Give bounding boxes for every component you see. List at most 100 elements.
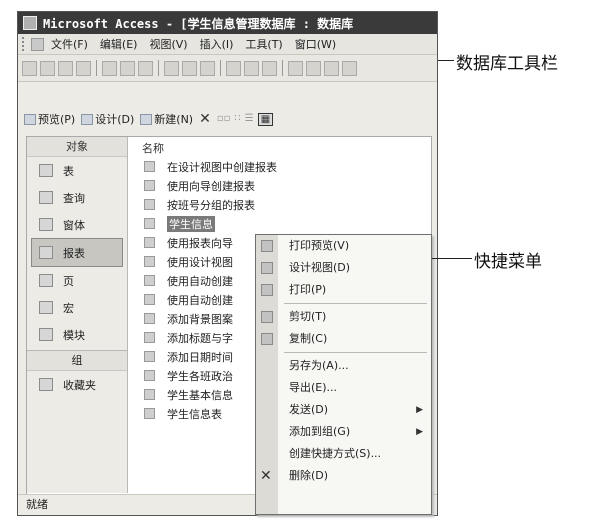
delete-x-icon: ✕ — [260, 468, 272, 484]
ctx-print-preview[interactable]: 打印预览(V) — [256, 235, 431, 257]
print-preview-icon[interactable] — [120, 60, 135, 76]
toolbar-separator — [220, 60, 221, 76]
list-item-selected[interactable]: 学生信息 — [140, 214, 427, 233]
code-icon[interactable] — [288, 60, 303, 76]
office-links-icon[interactable] — [244, 60, 259, 76]
title-bar[interactable]: Microsoft Access - [学生信息管理数据库 : 数据库 — [18, 12, 437, 34]
query-icon — [39, 191, 53, 204]
ctx-add-to-group[interactable]: 添加到组(G) ▶ — [256, 421, 431, 443]
spelling-icon[interactable] — [138, 60, 153, 76]
name-column-header[interactable]: 名称 — [140, 141, 427, 157]
wizard-shortcut-icon — [144, 180, 155, 191]
print-preview-icon — [261, 240, 273, 252]
favorites-folder-icon — [39, 378, 53, 391]
ctx-create-shortcut[interactable]: 创建快捷方式(S)... — [256, 443, 431, 465]
menu-item-insert[interactable]: 插入(I) — [195, 36, 241, 52]
design-view-icon — [261, 262, 273, 274]
menu-bar: 文件(F) 编辑(E) 视图(V) 插入(I) 工具(T) 窗口(W) — [18, 34, 437, 55]
table-icon — [39, 164, 53, 177]
context-menu-separator — [284, 303, 427, 304]
report-icon — [144, 389, 155, 400]
preview-icon — [24, 113, 36, 125]
context-menu-separator — [284, 352, 427, 353]
report-icon — [144, 256, 155, 267]
file-search-icon[interactable] — [76, 60, 91, 76]
save-icon[interactable] — [58, 60, 73, 76]
menu-item-file[interactable]: 文件(F) — [31, 36, 95, 52]
file-menu-icon — [31, 37, 44, 51]
group-favorites[interactable]: 收藏夹 — [27, 371, 127, 398]
details-view-icon[interactable]: ▦ — [257, 112, 274, 126]
properties-icon[interactable] — [306, 60, 321, 76]
cut-icon — [261, 311, 273, 323]
print-icon[interactable] — [102, 60, 117, 76]
toolbar-separator — [96, 60, 97, 76]
copy-icon — [261, 333, 273, 345]
undo-icon[interactable] — [226, 60, 241, 76]
new-file-icon[interactable] — [22, 60, 37, 76]
new-object-icon — [140, 113, 153, 125]
object-pages[interactable]: 页 — [27, 267, 127, 294]
ctx-delete[interactable]: ✕ 删除(D) — [256, 465, 431, 487]
object-queries[interactable]: 查询 — [27, 184, 127, 211]
report-icon — [144, 313, 155, 324]
objects-header[interactable]: 对象 — [27, 137, 127, 157]
database-window-toolbar: 预览(P) 设计(D) 新建(N) ✕ ▫▫ ∷ ☰ ▦ — [18, 107, 437, 131]
ctx-export[interactable]: 导出(E)... — [256, 377, 431, 399]
menubar-grip[interactable] — [22, 37, 27, 51]
new-object-icon[interactable] — [342, 60, 357, 76]
macro-icon — [39, 301, 53, 314]
access-app-icon — [23, 16, 37, 30]
window-title: Microsoft Access - [学生信息管理数据库 : 数据库 — [43, 16, 354, 31]
objects-bar: 对象 表 查询 窗体 报表 页 宏 模块 组 收藏夹 — [27, 137, 128, 493]
preview-button[interactable]: 预览(P) — [24, 111, 75, 127]
groups-header[interactable]: 组 — [27, 350, 127, 371]
delete-button[interactable]: ✕ — [199, 111, 211, 127]
report-icon — [144, 218, 155, 229]
report-icon — [144, 275, 155, 286]
design-button[interactable]: 设计(D) — [81, 111, 134, 127]
ctx-send-to[interactable]: 发送(D) ▶ — [256, 399, 431, 421]
list-item[interactable]: 使用向导创建报表 — [140, 176, 427, 195]
report-icon — [144, 294, 155, 305]
object-macros[interactable]: 宏 — [27, 294, 127, 321]
report-icon — [144, 351, 155, 362]
list-item[interactable]: 在设计视图中创建报表 — [140, 157, 427, 176]
object-forms[interactable]: 窗体 — [27, 211, 127, 238]
object-tables[interactable]: 表 — [27, 157, 127, 184]
view-mode-buttons: ▫▫ ∷ ☰ ▦ — [217, 112, 274, 126]
page-icon — [39, 274, 53, 287]
relationships-icon[interactable] — [324, 60, 339, 76]
list-item[interactable]: 按班号分组的报表 — [140, 195, 427, 214]
report-icon — [144, 199, 155, 210]
open-file-icon[interactable] — [40, 60, 55, 76]
small-icons-view-icon[interactable]: ∷ — [234, 113, 240, 126]
ctx-save-as[interactable]: 另存为(A)... — [256, 355, 431, 377]
report-icon — [144, 332, 155, 343]
menu-item-window[interactable]: 窗口(W) — [290, 36, 343, 52]
ctx-cut[interactable]: 剪切(T) — [256, 306, 431, 328]
large-icons-view-icon[interactable]: ▫▫ — [217, 113, 231, 126]
object-modules[interactable]: 模块 — [27, 321, 127, 348]
wizard-shortcut-icon — [144, 161, 155, 172]
ctx-print[interactable]: 打印(P) — [256, 279, 431, 301]
menu-item-edit[interactable]: 编辑(E) — [95, 36, 145, 52]
copy-icon[interactable] — [182, 60, 197, 76]
form-icon — [39, 218, 53, 231]
menu-item-tools[interactable]: 工具(T) — [240, 36, 289, 52]
list-view-icon[interactable]: ☰ — [245, 113, 254, 126]
toolbar-separator — [282, 60, 283, 76]
object-reports[interactable]: 报表 — [31, 238, 123, 267]
menu-item-view[interactable]: 视图(V) — [144, 36, 194, 52]
ctx-copy[interactable]: 复制(C) — [256, 328, 431, 350]
submenu-arrow-icon: ▶ — [416, 405, 423, 415]
analyze-icon[interactable] — [262, 60, 277, 76]
module-icon — [39, 328, 53, 341]
cut-icon[interactable] — [164, 60, 179, 76]
toolbar-callout-line — [438, 60, 454, 61]
paste-icon[interactable] — [200, 60, 215, 76]
toolbar-callout-label: 数据库工具栏 — [456, 54, 558, 74]
ctx-design-view[interactable]: 设计视图(D) — [256, 257, 431, 279]
new-button[interactable]: 新建(N) — [140, 111, 193, 127]
print-icon — [261, 284, 273, 296]
